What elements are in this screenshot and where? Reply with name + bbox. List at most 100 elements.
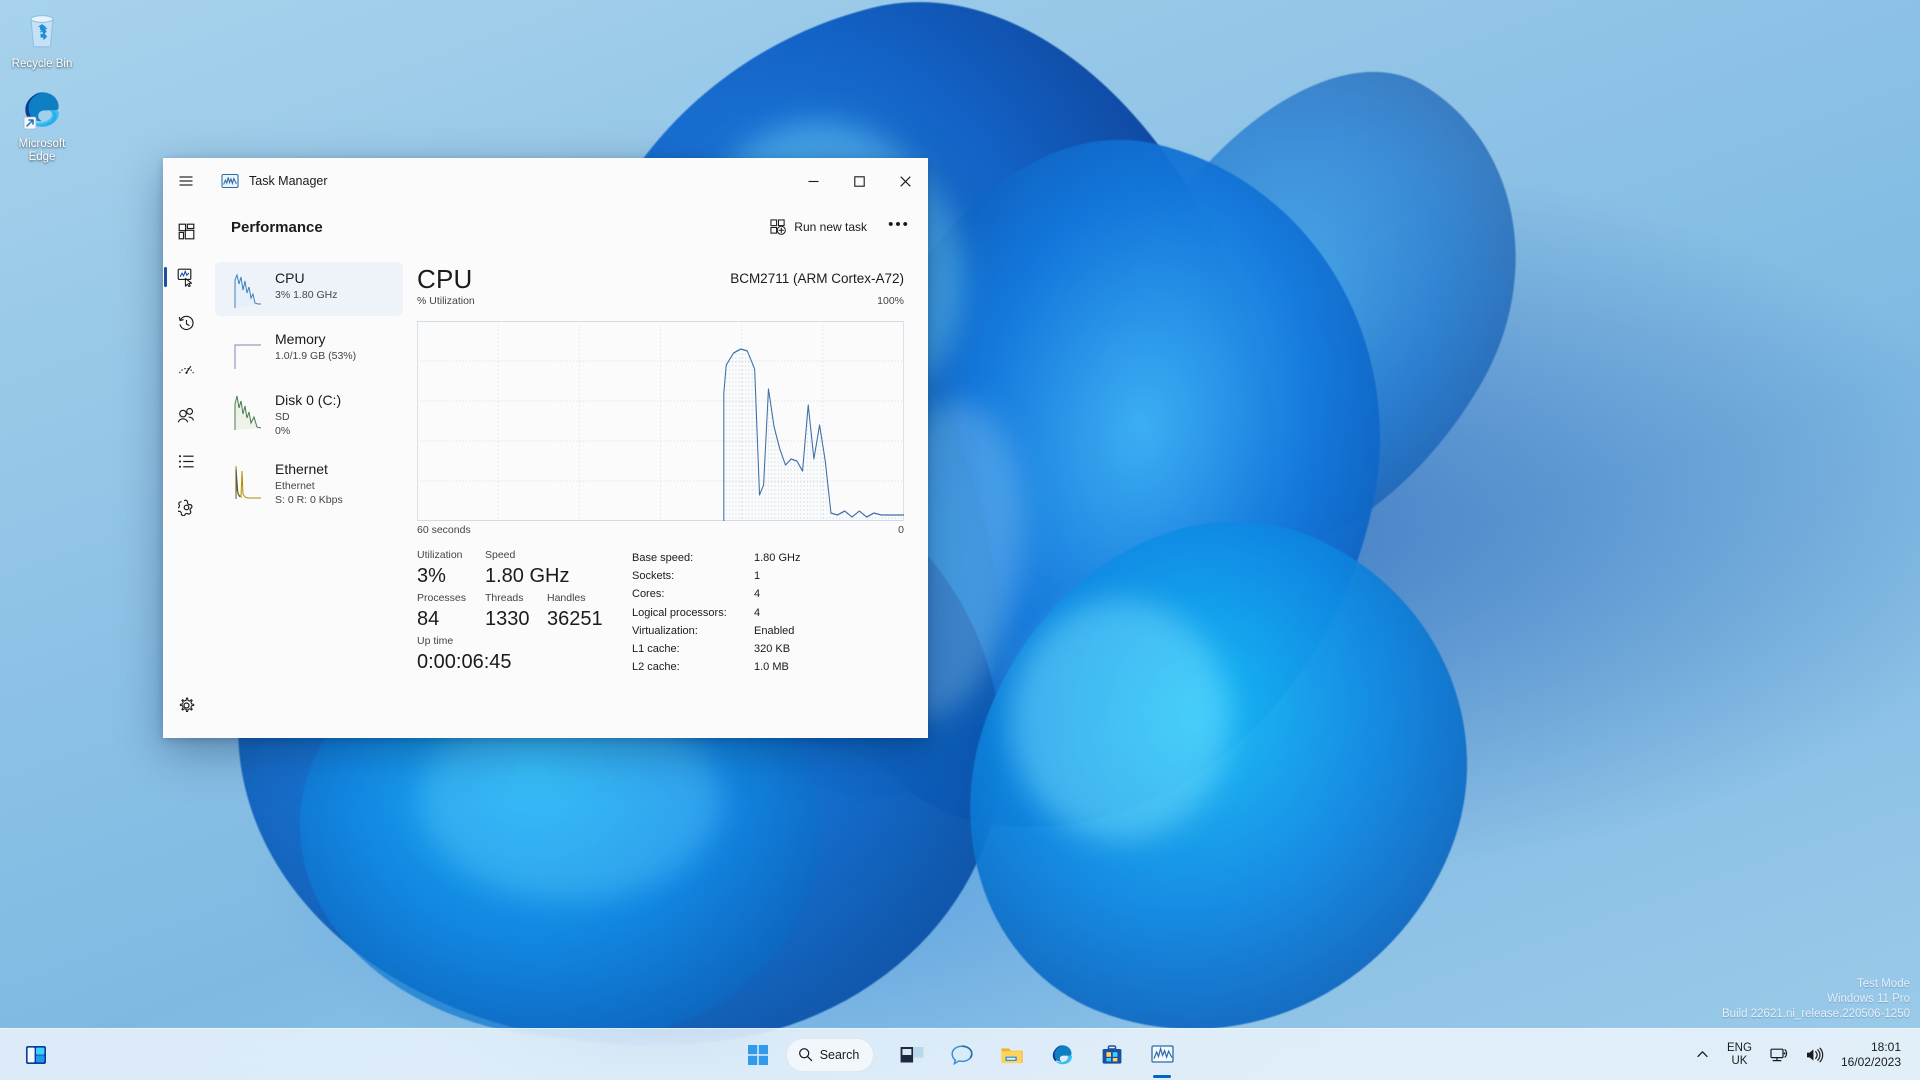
axis-y-max-label: 100% — [877, 295, 904, 307]
task-view-button[interactable] — [890, 1034, 934, 1076]
memory-sparkline-icon — [231, 331, 263, 369]
desktop-icon-label-2: Edge — [28, 151, 56, 163]
info-value: 4 — [754, 588, 761, 601]
sidebar-item-app-history[interactable] — [163, 300, 209, 346]
search-label: Search — [819, 1047, 860, 1062]
microsoft-edge-button[interactable] — [1040, 1034, 1084, 1076]
graph-time-range-label: 60 seconds — [417, 524, 471, 536]
clock[interactable]: 18:01 16/02/2023 — [1833, 1035, 1912, 1075]
language-line-1: ENG — [1727, 1041, 1752, 1054]
more-options-button[interactable]: ••• — [884, 213, 914, 241]
resource-sub-2: S: 0 R: 0 Kbps — [275, 494, 343, 506]
graph-zero-label: 0 — [898, 524, 904, 536]
file-explorer-button[interactable] — [990, 1034, 1034, 1076]
desktop-icon-label: Recycle Bin — [11, 58, 73, 70]
resource-item-text: Memory 1.0/1.9 GB (53%) — [275, 331, 356, 363]
desktop-icon-recycle-bin[interactable]: Recycle Bin — [0, 6, 84, 71]
language-line-2: UK — [1731, 1054, 1748, 1067]
wallpaper-highlight — [1010, 600, 1230, 840]
run-new-task-label: Run new task — [794, 220, 867, 234]
task-manager-button[interactable] — [1140, 1034, 1184, 1076]
stat-label: Threads — [485, 592, 524, 604]
resource-sub: Ethernet — [275, 480, 315, 492]
ethernet-sparkline-icon — [231, 461, 263, 499]
info-row: Logical processors: 4 — [632, 604, 904, 622]
info-row: L1 cache: 320 KB — [632, 640, 904, 658]
navigation-rail — [163, 204, 209, 738]
info-value: 1.0 MB — [754, 661, 789, 674]
volume-icon[interactable] — [1798, 1035, 1831, 1075]
resource-item-disk0[interactable]: Disk 0 (C:) SD 0% — [215, 384, 403, 446]
sidebar-item-startup-apps[interactable] — [163, 346, 209, 392]
sidebar-item-details[interactable] — [163, 438, 209, 484]
stat-uptime: Up time 0:00:06:45 — [417, 634, 512, 675]
stat-value: 0:00:06:45 — [417, 651, 512, 673]
desktop-icon-label: Microsoft — [18, 138, 66, 150]
search-button[interactable]: Search — [785, 1037, 875, 1072]
resource-item-cpu[interactable]: CPU 3% 1.80 GHz — [215, 262, 403, 316]
hamburger-menu-icon[interactable] — [163, 158, 209, 204]
cpu-utilization-graph[interactable] — [417, 321, 904, 521]
watermark-line-3: Build 22621.ni_release.220506-1250 — [1722, 1008, 1910, 1020]
resource-name: Memory — [275, 331, 326, 347]
info-value: 1 — [754, 570, 761, 583]
resource-item-text: CPU 3% 1.80 GHz — [275, 270, 337, 302]
microsoft-store-button[interactable] — [1090, 1034, 1134, 1076]
sidebar-item-processes[interactable] — [163, 208, 209, 254]
performance-main: CPU 3% 1.80 GHz Memory 1.0/1.9 GB (53%) … — [209, 250, 928, 738]
page-title: Performance — [231, 218, 323, 236]
cpu-info-table: Base speed: 1.80 GHz Sockets: 1 Cores: 4 — [632, 548, 904, 676]
sidebar-item-settings[interactable] — [163, 682, 209, 728]
info-row: Base speed: 1.80 GHz — [632, 549, 904, 567]
info-row: Cores: 4 — [632, 585, 904, 603]
resource-item-text: Ethernet Ethernet S: 0 R: 0 Kbps — [275, 461, 343, 507]
run-new-task-icon — [770, 219, 787, 235]
search-icon — [798, 1047, 813, 1062]
resource-name: Disk 0 (C:) — [275, 392, 342, 408]
resource-item-ethernet[interactable]: Ethernet Ethernet S: 0 R: 0 Kbps — [215, 453, 403, 515]
stat-label: Processes — [417, 592, 467, 604]
info-row: L2 cache: 1.0 MB — [632, 658, 904, 676]
cpu-series — [723, 348, 904, 521]
clock-date: 16/02/2023 — [1840, 1054, 1901, 1069]
sidebar-item-users[interactable] — [163, 392, 209, 438]
language-indicator[interactable]: ENG UK — [1718, 1035, 1761, 1075]
stat-speed: Speed 1.80 GHz — [485, 548, 569, 589]
sidebar-item-services[interactable] — [163, 484, 209, 530]
desktop-icon-microsoft-edge[interactable]: Microsoft Edge — [0, 86, 84, 164]
content-area: Performance Run new task ••• CPU 3% 1.80… — [209, 204, 928, 738]
task-manager-window[interactable]: Task Manager Performance Run new task ••… — [163, 158, 928, 738]
sidebar-item-performance[interactable] — [163, 254, 209, 300]
maximize-button[interactable] — [836, 158, 882, 204]
stats-row-3: Up time 0:00:06:45 — [417, 634, 632, 675]
taskbar-left — [14, 1034, 58, 1076]
resource-name: Ethernet — [275, 461, 328, 477]
taskbar: Search ENG UK 18:01 16/02/2023 — [0, 1028, 1920, 1080]
detail-title: CPU — [417, 264, 473, 294]
axis-y-label: % Utilization — [417, 295, 475, 307]
start-button[interactable] — [736, 1034, 780, 1076]
cpu-stats: Utilization 3% Speed 1.80 GHz Processes … — [417, 548, 904, 676]
network-icon[interactable] — [1763, 1035, 1796, 1075]
command-bar: Performance Run new task ••• — [209, 204, 928, 250]
window-titlebar[interactable]: Task Manager — [163, 158, 928, 204]
resource-sub-2: 0% — [275, 425, 291, 437]
show-hidden-icons-button[interactable] — [1689, 1035, 1716, 1075]
info-key: Base speed: — [632, 552, 694, 564]
clock-time: 18:01 — [1870, 1039, 1901, 1054]
graph-footer: 60 seconds 0 — [417, 524, 904, 536]
taskbar-center: Search — [736, 1034, 1185, 1076]
chat-button[interactable] — [940, 1034, 984, 1076]
resource-sub: 3% 1.80 GHz — [275, 289, 338, 301]
stat-label: Up time — [417, 635, 454, 647]
info-row: Virtualization: Enabled — [632, 622, 904, 640]
resource-sub: 1.0/1.9 GB (53%) — [275, 350, 357, 362]
close-button[interactable] — [882, 158, 928, 204]
info-value: 320 KB — [754, 643, 791, 656]
info-key: Cores: — [632, 588, 665, 601]
resource-item-memory[interactable]: Memory 1.0/1.9 GB (53%) — [215, 323, 403, 377]
run-new-task-button[interactable]: Run new task — [759, 214, 878, 240]
window-controls — [790, 158, 928, 204]
minimize-button[interactable] — [790, 158, 836, 204]
widgets-button[interactable] — [14, 1034, 58, 1076]
